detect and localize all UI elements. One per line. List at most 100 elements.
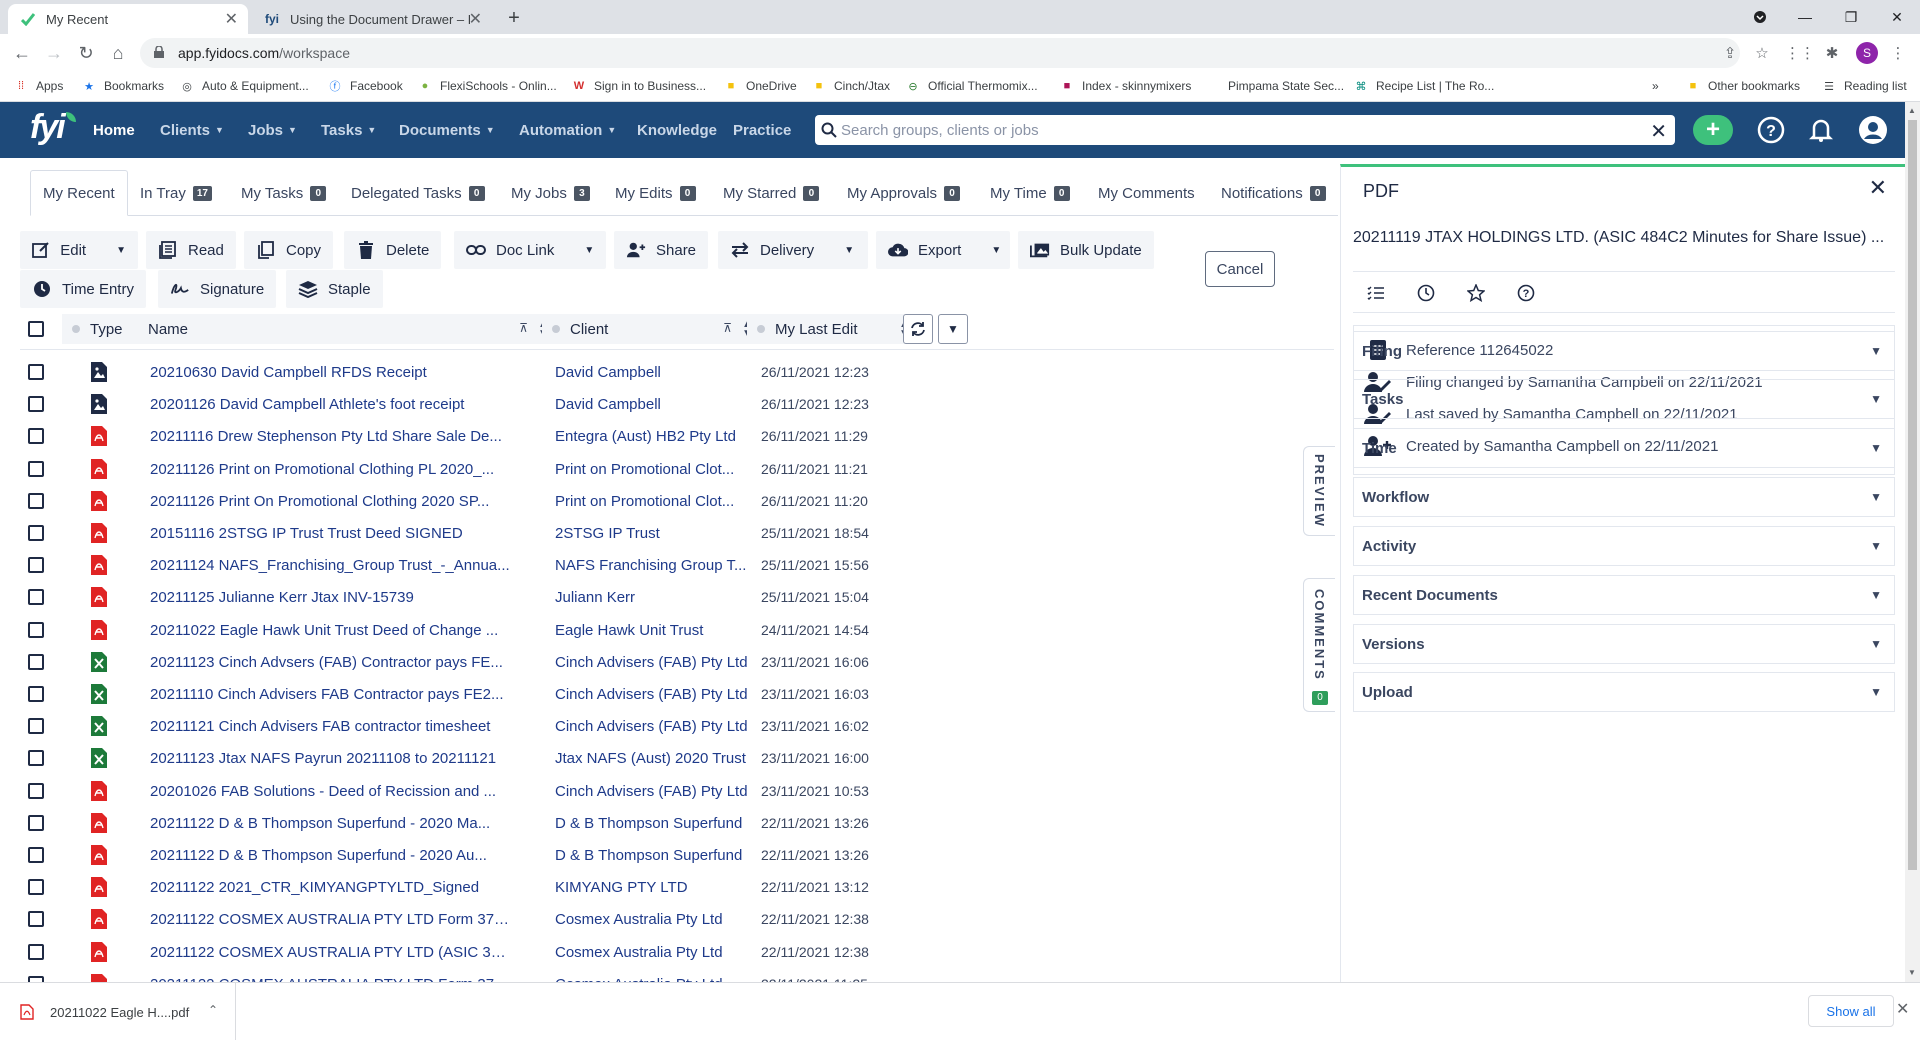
table-row[interactable]: 20211122 COSMEX AUSTRALIA PTY LTD (ASIC …	[20, 936, 1334, 968]
help-icon[interactable]: ?	[1756, 115, 1786, 145]
nav-jobs[interactable]: Jobs ▼	[248, 102, 297, 158]
document-name[interactable]: 20211110 Cinch Advisers FAB Contractor p…	[150, 686, 510, 703]
table-row[interactable]: 20211116 Drew Stephenson Pty Ltd Share S…	[20, 420, 1334, 452]
row-checkbox[interactable]	[28, 686, 44, 702]
browser-tab-document-drawer[interactable]: fyi Using the Document Drawer – FY ✕	[252, 4, 492, 34]
client-name[interactable]: KIMYANG PTY LTD	[555, 879, 755, 896]
tab-notifications[interactable]: Notifications 0	[1221, 170, 1326, 216]
row-checkbox[interactable]	[28, 718, 44, 735]
table-row[interactable]: 20211126 Print On Promotional Clothing 2…	[20, 485, 1334, 517]
chevron-up-icon[interactable]: ⌃	[208, 1003, 218, 1017]
row-checkbox[interactable]	[28, 557, 44, 574]
star-outline-icon[interactable]	[1465, 282, 1487, 304]
section-time[interactable]: Time ▼	[1353, 428, 1895, 468]
tab-my-edits[interactable]: My Edits 0	[615, 170, 696, 216]
delete-button[interactable]: Delete	[344, 231, 442, 269]
address-bar[interactable]: app.fyidocs.com/workspace	[140, 38, 1740, 68]
tab-my-recent[interactable]: My Recent	[30, 170, 128, 216]
document-name[interactable]: 20211124 NAFS_Franchising_Group Trust_-_…	[150, 557, 510, 574]
document-name[interactable]: 20211122 D & B Thompson Superfund - 2020…	[150, 847, 510, 864]
row-checkbox[interactable]	[28, 782, 44, 799]
bookmark-other[interactable]: ■ Other bookmarks	[1686, 79, 1800, 93]
dropdown-caret-icon[interactable]: ▼	[844, 245, 854, 256]
table-row[interactable]: 20211122 2021_CTR_KIMYANGPTYLTD_Signed KI…	[20, 871, 1334, 903]
close-tab-icon[interactable]: ✕	[225, 9, 238, 29]
document-name[interactable]: 20201026 FAB Solutions - Deed of Recissi…	[150, 783, 510, 800]
column-filter-icon[interactable]: ⊼	[723, 321, 732, 335]
bulk-update-button[interactable]: Bulk Update	[1018, 231, 1154, 269]
row-checkbox[interactable]	[28, 653, 44, 670]
dropdown-caret-icon[interactable]: ▼	[116, 245, 126, 256]
client-name[interactable]: Cinch Advisers (FAB) Pty Ltd	[555, 654, 755, 671]
close-download-bar-icon[interactable]: ✕	[1896, 999, 1909, 1019]
browser-menu-icon[interactable]: ⋮	[1888, 43, 1908, 63]
client-name[interactable]: David Campbell	[555, 364, 755, 381]
bookmark-cinch-jtax[interactable]: ■ Cinch/Jtax	[812, 79, 890, 93]
tab-search-icon[interactable]	[1737, 0, 1783, 34]
client-name[interactable]: Cinch Advisers (FAB) Pty Ltd	[555, 686, 755, 703]
column-type[interactable]: Type	[62, 314, 146, 344]
tab-my-tasks[interactable]: My Tasks 0	[241, 170, 327, 216]
add-new-button[interactable]: +	[1693, 115, 1733, 145]
table-row[interactable]: 20151116 2STSG IP Trust Trust Deed SIGNE…	[20, 517, 1334, 549]
bookmark-star-icon[interactable]: ☆	[1752, 43, 1772, 63]
document-name[interactable]: 20211125 Julianne Kerr Jtax INV-15739	[150, 589, 510, 606]
tab-in-tray[interactable]: In Tray 17	[140, 170, 212, 216]
row-checkbox[interactable]	[28, 847, 44, 863]
table-row[interactable]: 20211022 Eagle Hawk Unit Trust Deed of C…	[20, 614, 1334, 646]
client-name[interactable]: Entegra (Aust) HB2 Pty Ltd	[555, 428, 755, 445]
column-last-edit[interactable]: My Last Edit ▲▼	[747, 314, 917, 344]
staple-button[interactable]: Staple	[286, 270, 383, 308]
share-page-icon[interactable]: ⇪	[1720, 43, 1740, 63]
table-row[interactable]: 20211121 Cinch Advisers FAB contractor t…	[20, 710, 1334, 742]
scrollbar-thumb[interactable]	[1908, 120, 1917, 870]
preview-side-tab[interactable]: PREVIEW	[1303, 446, 1335, 536]
comments-side-tab[interactable]: COMMENTS 0	[1303, 578, 1335, 712]
nav-knowledge[interactable]: Knowledge	[637, 102, 717, 158]
nav-clients[interactable]: Clients ▼	[160, 102, 224, 158]
row-checkbox[interactable]	[28, 814, 44, 831]
client-name[interactable]: Eagle Hawk Unit Trust	[555, 622, 755, 639]
reload-icon[interactable]: ↻	[72, 39, 100, 67]
row-checkbox[interactable]	[28, 525, 44, 541]
delivery-button[interactable]: Delivery ▼	[718, 231, 868, 269]
table-row[interactable]: 20211122 COSMEX AUSTRALIA PTY LTD Form 3…	[20, 968, 1334, 982]
client-name[interactable]: D & B Thompson Superfund	[555, 815, 755, 832]
column-client[interactable]: Client ⊼ ▲▼	[542, 314, 760, 344]
document-name[interactable]: 20211123 Jtax NAFS Payrun 20211108 to 20…	[150, 750, 510, 767]
client-name[interactable]: NAFS Franchising Group T...	[555, 557, 755, 574]
bookmark-thermomix[interactable]: ⊖ Official Thermomix...	[906, 79, 1037, 93]
minimize-icon[interactable]: —	[1782, 0, 1828, 34]
tab-my-approvals[interactable]: My Approvals 0	[847, 170, 961, 216]
section-versions[interactable]: Versions ▼	[1353, 624, 1895, 664]
table-row[interactable]: 20211125 Julianne Kerr Jtax INV-15739 Jul…	[20, 581, 1334, 613]
row-checkbox[interactable]	[28, 589, 44, 606]
scroll-up-icon[interactable]: ▲	[1908, 106, 1916, 115]
select-all-checkbox[interactable]	[28, 321, 44, 337]
table-row[interactable]: 20211123 Jtax NAFS Payrun 20211108 to 20…	[20, 742, 1334, 774]
close-panel-icon[interactable]: ✕	[1869, 175, 1887, 201]
section-tasks[interactable]: Tasks ▼	[1353, 379, 1895, 419]
tab-my-comments[interactable]: My Comments	[1098, 170, 1195, 216]
bookmark-pimpama[interactable]: Pimpama State Sec...	[1228, 79, 1344, 93]
bookmark-skinnymixers[interactable]: ■ Index - skinnymixers	[1060, 79, 1192, 93]
client-name[interactable]: Cinch Advisers (FAB) Pty Ltd	[555, 718, 755, 735]
document-name[interactable]: 20211126 Print On Promotional Clothing 2…	[150, 493, 510, 510]
section-workflow[interactable]: Workflow ▼	[1353, 477, 1895, 517]
apps-grid-icon[interactable]: ⋮⋮	[1785, 43, 1815, 63]
edit-button[interactable]: Edit ▼	[20, 231, 138, 269]
export-button[interactable]: Export ▼	[876, 231, 1010, 269]
home-icon[interactable]: ⌂	[104, 39, 132, 67]
table-row[interactable]: 20211110 Cinch Advisers FAB Contractor p…	[20, 678, 1334, 710]
document-name[interactable]: 20201126 David Campbell Athlete's foot r…	[150, 396, 510, 413]
client-name[interactable]: D & B Thompson Superfund	[555, 847, 755, 864]
doc-link-button[interactable]: Doc Link ▼	[454, 231, 606, 269]
row-checkbox[interactable]	[28, 943, 44, 960]
client-name[interactable]: David Campbell	[555, 396, 755, 413]
user-account-icon[interactable]	[1858, 115, 1888, 145]
details-list-icon[interactable]	[1365, 282, 1387, 304]
bookmark-auto-equipment[interactable]: ◎ Auto & Equipment...	[180, 79, 309, 93]
document-name[interactable]: 20211121 Cinch Advisers FAB contractor t…	[150, 718, 510, 735]
client-name[interactable]: Jtax NAFS (Aust) 2020 Trust	[555, 750, 755, 767]
bookmark-facebook[interactable]: ⓕ Facebook	[328, 79, 403, 93]
